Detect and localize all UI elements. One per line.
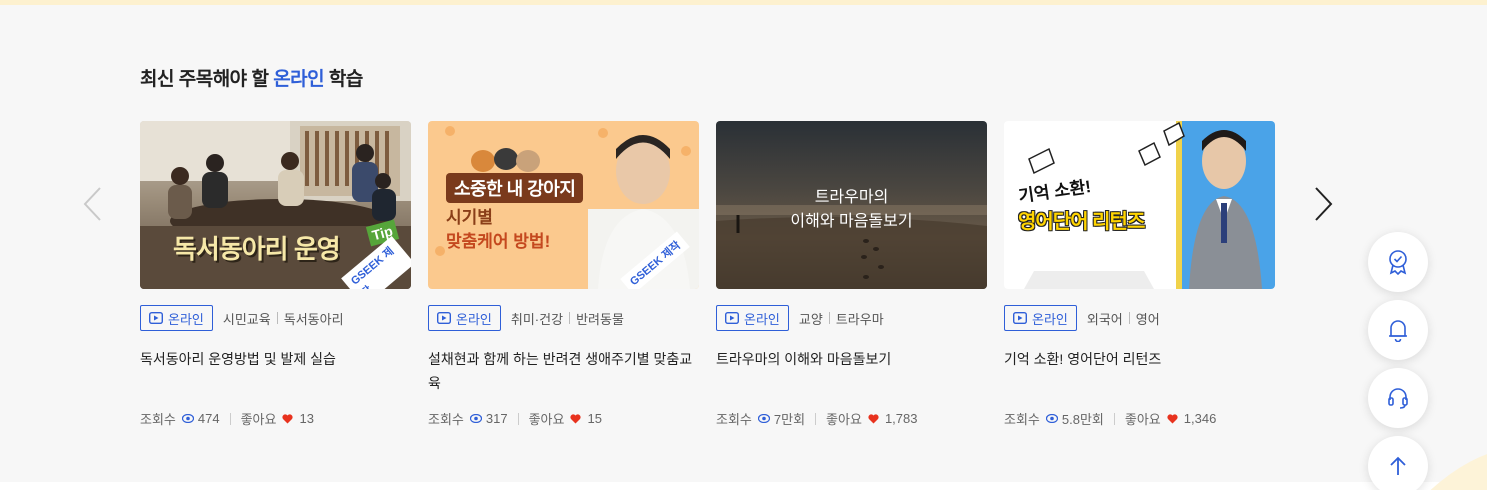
scroll-top-button[interactable] <box>1368 436 1428 490</box>
video-play-icon <box>149 312 163 324</box>
category-divider <box>828 312 830 324</box>
certificate-icon <box>1389 250 1407 275</box>
video-play-icon <box>1013 312 1027 324</box>
online-badge: 온라인 <box>428 305 501 331</box>
thumbnail-line-1: 트라우마의 <box>814 189 889 206</box>
customer-support-button[interactable] <box>1368 368 1428 428</box>
badge-label: 온라인 <box>1032 311 1068 327</box>
online-badge: 온라인 <box>1004 305 1077 331</box>
video-play-icon <box>437 312 451 324</box>
likes-count: 1,346 <box>1183 411 1217 426</box>
category-secondary: 반려동물 <box>576 311 624 327</box>
heart-icon <box>282 413 294 423</box>
course-title[interactable]: 트라우마의 이해와 마음돌보기 <box>716 347 987 395</box>
thumbnail-headline: 소중한 내 강아지 <box>446 173 584 203</box>
section-title-suffix: 학습 <box>324 69 363 90</box>
eye-icon <box>181 414 194 423</box>
section-title-prefix: 최신 주목해야 할 <box>140 69 274 90</box>
likes-label: 좋아요 <box>240 412 277 427</box>
heart-icon <box>868 413 879 423</box>
course-card[interactable]: 트라우마의 이해와 마음돌보기 온라인 교양 트라우마 트라우마의 이해와 마음… <box>716 121 987 428</box>
category-primary: 취미·건강 <box>510 311 564 327</box>
course-thumbnail[interactable]: 독서동아리 운영 Tip GSEEK 제작 <box>140 121 411 289</box>
category-divider <box>276 312 278 324</box>
course-thumbnail[interactable]: 소중한 내 강아지 시기별 맞춤케어 방법! GSEEK 제작 <box>428 121 699 289</box>
views-count: 7만회 <box>773 412 806 427</box>
badge-label: 온라인 <box>456 311 492 327</box>
online-badge: 온라인 <box>140 305 213 331</box>
eye-icon <box>1045 414 1058 423</box>
heart-icon <box>570 413 582 423</box>
course-card[interactable]: 기억 소환! 영어단어 리턴즈 온라인 외국어 영어 기억 소환! 영어단어 리… <box>1004 121 1275 428</box>
category-secondary: 독서동아리 <box>283 311 344 327</box>
top-banner-strip <box>0 0 1487 5</box>
notification-button[interactable] <box>1368 300 1428 360</box>
course-title[interactable]: 독서동아리 운영방법 및 발제 실습 <box>140 347 411 395</box>
online-badge: 온라인 <box>716 305 789 331</box>
section-title: 최신 주목해야 할 온라인 학습 <box>140 64 363 91</box>
section-title-accent: 온라인 <box>273 69 325 90</box>
category-secondary: 트라우마 <box>835 311 884 327</box>
stats-divider <box>815 412 817 425</box>
views-count: 317 <box>485 411 508 426</box>
views-count: 5.8만회 <box>1061 412 1104 427</box>
thumbnail-subline: 시기별 <box>446 208 493 227</box>
chevron-right-icon <box>1315 187 1333 221</box>
views-label: 조회수 <box>1004 412 1040 427</box>
course-thumbnail[interactable]: 기억 소환! 영어단어 리턴즈 <box>1004 121 1275 289</box>
course-title[interactable]: 기억 소환! 영어단어 리턴즈 <box>1004 347 1275 395</box>
category-primary: 외국어 <box>1086 311 1123 327</box>
corner-decoration <box>1430 454 1487 490</box>
bell-icon <box>1389 320 1407 342</box>
likes-label: 좋아요 <box>1124 412 1161 427</box>
category-divider <box>569 312 571 324</box>
views-count: 474 <box>197 411 220 426</box>
course-title[interactable]: 설채현과 함께 하는 반려견 생애주기별 맞춤교육 <box>428 347 699 395</box>
likes-count: 15 <box>587 411 602 426</box>
stats-divider <box>1113 412 1115 425</box>
heart-icon <box>1167 413 1178 423</box>
thumbnail-line-2: 이해와 마음돌보기 <box>790 213 913 230</box>
course-thumbnail[interactable]: 트라우마의 이해와 마음돌보기 <box>716 121 987 289</box>
category-secondary: 영어 <box>1135 311 1160 327</box>
headset-icon <box>1388 388 1408 409</box>
badge-label: 온라인 <box>168 311 204 327</box>
arrow-up-icon <box>1390 456 1406 475</box>
thumbnail-title: 독서동아리 운영 <box>173 234 341 264</box>
views-label: 조회수 <box>428 412 464 427</box>
section-bottom-edge <box>0 482 1487 490</box>
likes-count: 1,783 <box>884 411 918 426</box>
carousel-next-button[interactable] <box>1312 185 1336 223</box>
carousel-prev-button[interactable] <box>80 185 104 223</box>
likes-label: 좋아요 <box>528 412 565 427</box>
thumbnail-subline-2: 맞춤케어 방법! <box>446 232 551 251</box>
chevron-left-icon <box>83 187 101 221</box>
eye-icon <box>757 414 770 423</box>
course-card[interactable]: 독서동아리 운영 Tip GSEEK 제작 온라인 시민교육 독서동아리 독서동… <box>140 121 411 428</box>
stats-divider <box>517 412 519 425</box>
likes-label: 좋아요 <box>826 412 862 427</box>
category-primary: 교양 <box>798 311 823 327</box>
category-divider <box>1128 312 1130 324</box>
views-label: 조회수 <box>140 412 176 427</box>
certificate-button[interactable] <box>1368 232 1428 292</box>
thumbnail-line-2: 영어단어 리턴즈 <box>1018 211 1145 233</box>
course-card[interactable]: 소중한 내 강아지 시기별 맞춤케어 방법! GSEEK 제작 온라인 취미·건… <box>428 121 699 428</box>
eye-icon <box>469 414 482 423</box>
likes-count: 13 <box>299 411 314 426</box>
stats-divider <box>229 412 231 425</box>
category-primary: 시민교육 <box>222 311 271 327</box>
video-play-icon <box>725 312 739 324</box>
badge-label: 온라인 <box>744 311 780 327</box>
views-label: 조회수 <box>716 412 752 427</box>
